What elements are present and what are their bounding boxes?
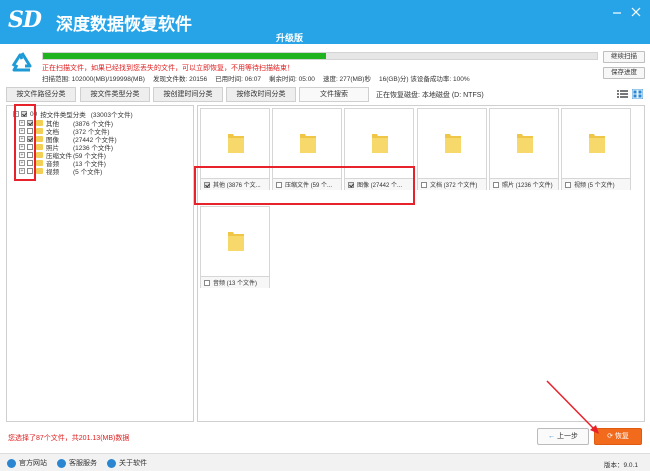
edition-label: 升级版 — [276, 33, 304, 43]
folder-icon — [517, 134, 533, 153]
collapse-icon[interactable]: − — [13, 111, 19, 117]
remaining-time: 剩余时间: 05:00 — [269, 76, 315, 83]
tab-file-search[interactable]: 文件搜索 — [299, 87, 369, 102]
scan-panel: 正在扫描文件，如果已经找到您丢失的文件，可以立即恢复，不用等待扫描结束！ 扫描范… — [0, 44, 650, 86]
scan-progress-bar — [42, 52, 598, 60]
close-icon[interactable] — [630, 6, 642, 18]
grid-view-icon[interactable] — [632, 89, 643, 99]
recover-button[interactable]: ⟳ 恢复 — [594, 428, 642, 445]
expand-icon[interactable]: + — [19, 160, 25, 166]
scan-speed: 速度: 277(MB)秒 — [322, 76, 371, 83]
selection-status: 您选择了87个文件，共201.13(MB)数据 — [8, 435, 130, 442]
tree-item-checkbox[interactable] — [27, 168, 33, 174]
current-disk-label: 正在恢复磁盘: 本地磁盘 (D: NTFS) — [376, 92, 484, 99]
tree-root-prefix: 00 — [30, 110, 38, 118]
folder-icon — [445, 134, 461, 153]
refresh-icon: ⟳ — [607, 433, 613, 440]
folder-icon — [228, 134, 244, 153]
arrow-left-icon: ← — [548, 433, 556, 440]
elapsed-time: 已用时间: 06:07 — [215, 76, 262, 83]
tile-checkbox[interactable] — [204, 279, 210, 286]
expand-icon[interactable]: + — [19, 128, 25, 134]
tile-checkbox[interactable] — [276, 181, 282, 188]
tree-item-checkbox[interactable] — [27, 152, 33, 158]
folder-icon — [36, 128, 43, 134]
app-title: 深度数据恢复软件 — [56, 15, 192, 34]
tile-caption: 照片 (1236 个文件) — [502, 183, 553, 189]
save-progress-button[interactable]: 保存进度 — [603, 67, 645, 79]
expand-icon[interactable]: + — [19, 168, 25, 174]
folder-icon — [228, 232, 244, 251]
tree-item-checkbox[interactable] — [27, 160, 33, 166]
success-rate: 16(GB)分) 该设备成功率: 100% — [378, 76, 470, 83]
about-link[interactable]: 关于软件 — [107, 458, 147, 468]
tree-item-video[interactable]: + 视频 (5 个文件) — [19, 167, 102, 176]
found-count: 发现文件数: 20156 — [152, 76, 208, 83]
previous-step-button[interactable]: ← 上一步 — [537, 428, 589, 445]
minimize-icon[interactable] — [611, 6, 623, 18]
tree-item-checkbox[interactable] — [27, 120, 33, 126]
tile-audio[interactable]: 音频 (13 个文件) — [200, 206, 270, 288]
folder-icon — [36, 144, 43, 150]
continue-scan-button[interactable]: 继续扫描 — [603, 51, 645, 63]
tree-item-checkbox[interactable] — [27, 136, 33, 142]
scan-warning-text: 正在扫描文件，如果已经找到您丢失的文件，可以立即恢复，不用等待扫描结束！ — [42, 65, 294, 72]
scan-recycle-icon — [11, 52, 32, 72]
tile-checkbox[interactable] — [565, 181, 571, 188]
tile-images[interactable]: 图像 (27442 个... — [344, 108, 414, 190]
tile-other[interactable]: 其他 (3876 个文... — [200, 108, 270, 190]
expand-icon[interactable]: + — [19, 144, 25, 150]
title-bar: SD 深度数据恢复软件 升级版 — [0, 0, 650, 44]
version-label: 版本：9.0.1 — [604, 462, 638, 469]
folder-icon — [36, 168, 43, 174]
tree-root-checkbox[interactable] — [21, 111, 27, 117]
tile-checkbox[interactable] — [348, 181, 354, 188]
support-link[interactable]: 客服服务 — [57, 458, 97, 468]
scan-progress-fill — [43, 53, 326, 59]
expand-icon[interactable]: + — [19, 152, 25, 158]
tile-caption: 图像 (27442 个... — [357, 183, 403, 189]
tile-caption: 压缩文件 (59 个... — [285, 183, 333, 189]
tile-caption: 音频 (13 个文件) — [213, 281, 258, 287]
info-icon — [107, 458, 116, 468]
tile-checkbox[interactable] — [421, 181, 427, 188]
tab-by-created[interactable]: 按创建时间分类 — [153, 87, 223, 102]
list-view-icon[interactable] — [617, 89, 628, 99]
tile-caption: 其他 (3876 个文... — [213, 183, 261, 189]
folder-icon — [589, 134, 605, 153]
expand-icon[interactable]: + — [19, 136, 25, 142]
tree-root[interactable]: − 00 按文件类型分类 (33003个文件) — [13, 110, 133, 119]
tab-by-type[interactable]: 按文件类型分类 — [80, 87, 150, 102]
tile-caption: 文档 (372 个文件) — [430, 183, 478, 189]
tab-by-modified[interactable]: 按修改时间分类 — [226, 87, 296, 102]
tile-archives[interactable]: 压缩文件 (59 个... — [272, 108, 342, 190]
tree-item-checkbox[interactable] — [27, 144, 33, 150]
folder-icon — [36, 160, 43, 166]
folder-icon — [372, 134, 388, 153]
tab-by-path[interactable]: 按文件路径分类 — [6, 87, 76, 102]
folder-icon — [36, 120, 43, 126]
footer-bar: 官方网站 客服服务 关于软件 版本：9.0.1 — [0, 453, 650, 471]
expand-icon[interactable]: + — [19, 120, 25, 126]
folder-icon — [300, 134, 316, 153]
home-icon — [7, 458, 16, 468]
folder-icon — [36, 152, 43, 158]
tree-item-checkbox[interactable] — [27, 128, 33, 134]
tile-checkbox[interactable] — [204, 181, 210, 188]
scan-range: 扫描范围: 102000(MB)/199998(MB) — [42, 76, 145, 83]
folder-icon — [36, 136, 43, 142]
tile-caption: 视频 (5 个文件) — [574, 183, 615, 189]
tile-photos[interactable]: 照片 (1236 个文件) — [489, 108, 559, 190]
app-logo: SD — [8, 7, 42, 33]
tile-checkbox[interactable] — [493, 181, 499, 188]
category-tree: − 00 按文件类型分类 (33003个文件) + 其他 (3876 个文件) … — [6, 105, 194, 422]
tile-docs[interactable]: 文档 (372 个文件) — [417, 108, 487, 190]
scan-stats: 扫描范围: 102000(MB)/199998(MB) 发现文件数: 20156… — [42, 73, 470, 83]
category-tabs: 按文件路径分类 按文件类型分类 按创建时间分类 按修改时间分类 文件搜索 正在恢… — [0, 86, 650, 104]
website-link[interactable]: 官方网站 — [7, 458, 47, 468]
headset-icon — [57, 458, 66, 468]
tile-video[interactable]: 视频 (5 个文件) — [561, 108, 631, 190]
